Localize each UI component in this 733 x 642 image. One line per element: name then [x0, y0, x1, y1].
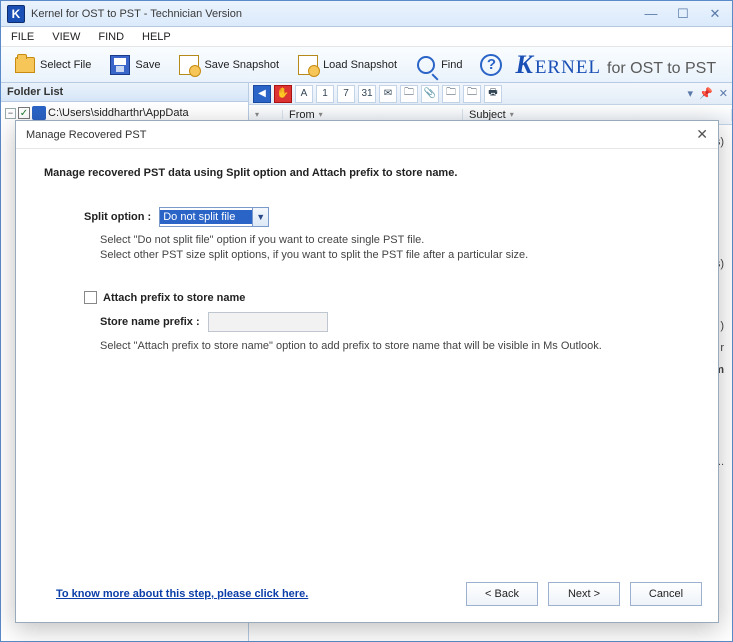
- folder-open-icon: [15, 57, 35, 73]
- brand-rest: ERNEL: [535, 57, 601, 79]
- a-icon[interactable]: A: [295, 85, 313, 103]
- learn-more-link[interactable]: To know more about this step, please cli…: [56, 588, 308, 600]
- chevron-down-icon[interactable]: ▼: [252, 208, 268, 226]
- split-option-value: Do not split file: [160, 210, 252, 224]
- load-snapshot-button[interactable]: Load Snapshot: [290, 50, 404, 80]
- attach-prefix-label: Attach prefix to store name: [103, 292, 245, 304]
- folder2-icon[interactable]: 🗀: [442, 85, 460, 103]
- main-toolbar: Select File Save Save Snapshot Load Snap…: [1, 47, 732, 83]
- cancel-button[interactable]: Cancel: [630, 582, 702, 606]
- store-prefix-input[interactable]: [208, 312, 328, 332]
- datastore-icon: [32, 106, 46, 120]
- manage-recovered-pst-dialog: Manage Recovered PST ✕ Manage recovered …: [15, 120, 719, 623]
- tree-checkbox[interactable]: ✓: [18, 107, 30, 119]
- back-icon[interactable]: ◀: [253, 85, 271, 103]
- select-file-button[interactable]: Select File: [7, 50, 98, 80]
- col-icon[interactable]: ▾: [249, 110, 283, 119]
- dialog-title-bar: Manage Recovered PST ✕: [16, 121, 718, 149]
- one-icon[interactable]: 1: [316, 85, 334, 103]
- maximize-button[interactable]: ☐: [672, 6, 694, 22]
- load-snapshot-icon: [298, 55, 318, 75]
- save-icon: [110, 55, 130, 75]
- select-file-label: Select File: [40, 59, 91, 71]
- folder-list-header: Folder List: [1, 83, 248, 102]
- find-label: Find: [441, 59, 462, 71]
- list-mini-toolbar: ◀ ✋ A 1 7 31 ✉ 🗀 📎 🗀 🗀 🖶 ▾ 📌 ✕: [249, 83, 732, 105]
- dialog-title: Manage Recovered PST: [26, 129, 146, 141]
- mail-icon[interactable]: ✉: [379, 85, 397, 103]
- dialog-heading: Manage recovered PST data using Split op…: [44, 167, 690, 179]
- help-icon: ?: [480, 54, 502, 76]
- thirtyone-icon[interactable]: 31: [358, 85, 376, 103]
- brand-for: for OST to PST: [607, 60, 716, 78]
- menu-find[interactable]: FIND: [98, 31, 124, 43]
- stop-icon[interactable]: ✋: [274, 85, 292, 103]
- brand-logo: KERNEL for OST to PST: [515, 50, 716, 80]
- menu-bar: FILE VIEW FIND HELP: [1, 27, 732, 47]
- seven-icon[interactable]: 7: [337, 85, 355, 103]
- window-title: Kernel for OST to PST - Technician Versi…: [31, 8, 640, 20]
- split-hint: Select "Do not split file" option if you…: [100, 233, 690, 263]
- save-snapshot-icon: [179, 55, 199, 75]
- tree-root-row[interactable]: − ✓ C:\Users\siddharthr\AppData: [5, 106, 244, 120]
- tree-collapse-icon[interactable]: −: [5, 108, 16, 119]
- folder-icon[interactable]: 🗀: [400, 85, 418, 103]
- prefix-hint: Select "Attach prefix to store name" opt…: [100, 340, 690, 352]
- print-icon[interactable]: 🖶: [484, 85, 502, 103]
- save-snapshot-button[interactable]: Save Snapshot: [171, 50, 286, 80]
- minimize-button[interactable]: —: [640, 6, 662, 22]
- find-icon: [417, 56, 435, 74]
- col-from[interactable]: From▾: [283, 109, 463, 121]
- menu-file[interactable]: FILE: [11, 31, 34, 43]
- find-button[interactable]: Find: [408, 50, 469, 80]
- next-button[interactable]: Next >: [548, 582, 620, 606]
- folder3-icon[interactable]: 🗀: [463, 85, 481, 103]
- save-label: Save: [135, 59, 160, 71]
- split-option-label: Split option :: [84, 211, 151, 223]
- help-button[interactable]: ?: [473, 50, 509, 80]
- menu-help[interactable]: HELP: [142, 31, 171, 43]
- title-bar: K Kernel for OST to PST - Technician Ver…: [1, 1, 732, 27]
- attach-icon[interactable]: 📎: [421, 85, 439, 103]
- load-snapshot-label: Load Snapshot: [323, 59, 397, 71]
- app-icon: K: [7, 5, 25, 23]
- pane-close-icon[interactable]: ✕: [719, 87, 728, 100]
- attach-prefix-checkbox[interactable]: [84, 291, 97, 304]
- close-button[interactable]: ✕: [704, 6, 726, 22]
- col-subject[interactable]: Subject▾: [463, 109, 732, 121]
- save-snapshot-label: Save Snapshot: [204, 59, 279, 71]
- pane-menu-icon[interactable]: ▾: [688, 87, 694, 100]
- save-button[interactable]: Save: [102, 50, 167, 80]
- pin-icon[interactable]: 📌: [699, 87, 713, 100]
- split-option-combo[interactable]: Do not split file ▼: [159, 207, 269, 227]
- dialog-close-icon[interactable]: ✕: [696, 126, 708, 143]
- tree-root-label: C:\Users\siddharthr\AppData: [48, 107, 189, 119]
- store-prefix-label: Store name prefix :: [100, 316, 200, 328]
- brand-first: K: [515, 50, 532, 80]
- back-button[interactable]: < Back: [466, 582, 538, 606]
- menu-view[interactable]: VIEW: [52, 31, 80, 43]
